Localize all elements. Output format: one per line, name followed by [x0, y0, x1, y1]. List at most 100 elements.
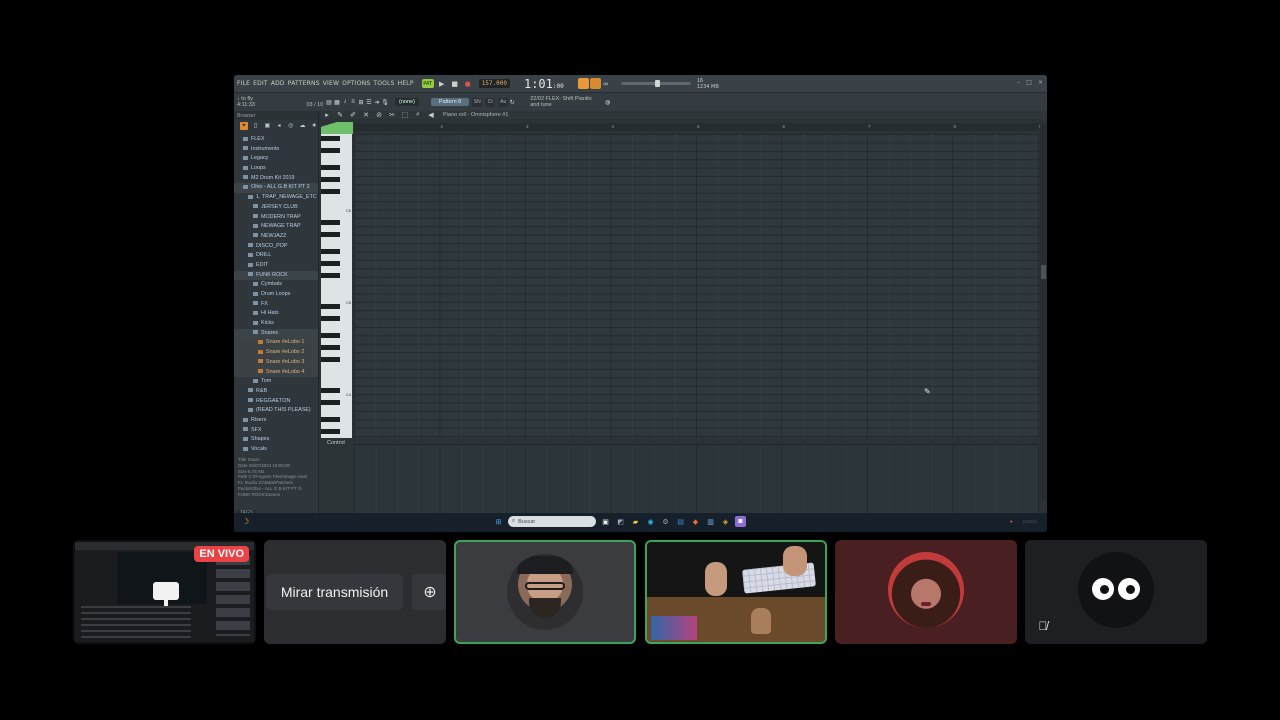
browser-icon[interactable]: ☰ [365, 98, 373, 106]
browser-file-item[interactable]: Snare #eLobo 2 [234, 348, 318, 358]
pattern-selector[interactable]: Pattern 8 [430, 98, 470, 106]
black-key[interactable] [321, 388, 340, 394]
taskbar-search[interactable]: ⌕ Buscar [508, 516, 596, 527]
participant-camera-tile[interactable] [645, 540, 827, 644]
browser-folder-item[interactable]: REGGAETON [234, 397, 318, 407]
black-key[interactable] [321, 165, 340, 170]
black-key[interactable] [321, 333, 340, 338]
master-pitch-slider[interactable] [620, 80, 691, 87]
arrow-icon[interactable]: ➔ [373, 98, 381, 106]
widgets-icon[interactable]: ◩ [615, 516, 626, 527]
browser-folder-item[interactable]: DRILL [234, 251, 318, 261]
participant-tile-1[interactable] [454, 540, 636, 644]
menu-tools[interactable]: TOOLS [373, 80, 394, 87]
participant-tile-3[interactable] [835, 540, 1017, 644]
brave-icon[interactable]: ◆ [690, 516, 701, 527]
piano-roll-icon[interactable]: ♪ [341, 98, 349, 106]
browser-file-item[interactable]: Snare #eLobo 3 [234, 357, 318, 368]
black-key[interactable] [321, 177, 340, 182]
menu-patterns[interactable]: PATTERNS [288, 80, 320, 87]
menu-view[interactable]: VIEW [323, 80, 339, 87]
wait-input-toggle[interactable] [589, 78, 601, 89]
browser-files-tab-icon[interactable]: ▯ [252, 122, 260, 130]
notification-icon[interactable]: ● [1010, 519, 1013, 525]
record-icon[interactable]: ● [463, 79, 473, 89]
browser-folder-item[interactable]: Tom [234, 377, 318, 387]
black-key[interactable] [321, 232, 340, 237]
black-key[interactable] [321, 261, 340, 266]
task-view-icon[interactable]: ▣ [600, 516, 611, 527]
plugin-picker-icon[interactable]: ⊞ [357, 98, 365, 106]
menu-options[interactable]: OPTIONS [342, 80, 370, 87]
notepad-icon[interactable]: ▥ [705, 516, 716, 527]
browser-folder-item[interactable]: 1. TRAP_NEWAGE_ETC [234, 193, 318, 203]
black-key[interactable] [321, 273, 340, 278]
playlist-icon[interactable]: ▤ [325, 98, 333, 106]
browser-folder-item[interactable]: NEWAGE TRAP [234, 222, 318, 232]
play-icon[interactable]: ▶ [437, 79, 447, 89]
paint-icon[interactable]: ✐ [348, 110, 358, 120]
browser-folder-item[interactable]: MODERN TRAP [234, 213, 318, 223]
black-key[interactable] [321, 357, 340, 362]
browser-cloud-icon[interactable]: ☁ [299, 122, 307, 130]
black-key[interactable] [321, 189, 340, 194]
browser-folder-item[interactable]: Legacy [234, 154, 318, 164]
browser-folder-item[interactable]: Cymbals [234, 280, 318, 290]
black-key[interactable] [321, 304, 340, 310]
loop-record-icon[interactable]: ∞ [601, 79, 611, 89]
watch-stream-button[interactable]: Mirar transmisión [266, 574, 403, 610]
browser-folder-item[interactable]: DISCO_POP [234, 242, 318, 252]
preset-dropdown[interactable]: (none) [395, 98, 419, 106]
browser-refresh-icon[interactable]: ◎ [287, 122, 295, 130]
close-icon[interactable]: × [1038, 79, 1043, 86]
stop-icon[interactable]: ■ [450, 79, 460, 89]
menu-file[interactable]: FILE [237, 80, 250, 87]
delete-icon[interactable]: ✕ [361, 110, 371, 120]
menu-edit[interactable]: EDIT [253, 80, 268, 87]
minimize-icon[interactable]: – [1017, 79, 1020, 86]
browser-folder-item[interactable]: JERSEY CLUB [234, 203, 318, 213]
browser-plugins-tab-icon[interactable]: ▣ [263, 122, 271, 130]
edge-icon[interactable]: ◉ [645, 516, 656, 527]
ctrl-button[interactable]: Ct [485, 97, 496, 107]
participant-tile-4[interactable]: 🎙̸ [1025, 540, 1207, 644]
piano-keyboard[interactable]: C6 C5 C4 [321, 134, 352, 438]
black-key[interactable] [321, 136, 340, 142]
browser-folder-item[interactable]: Vocals [234, 445, 318, 455]
stream-preview-tile[interactable]: EN VIVO [73, 540, 256, 644]
settings-gear-icon[interactable]: ⚙ [660, 516, 671, 527]
browser-all-tab-icon[interactable]: ✦ [240, 121, 248, 130]
vpn-icon[interactable]: ◈ [720, 516, 731, 527]
menu-add[interactable]: ADD [271, 80, 285, 87]
browser-folder-item[interactable]: Drum Loops [234, 290, 318, 300]
channel-rack-icon[interactable]: ▦ [333, 98, 341, 106]
slice-icon[interactable]: ✂ [387, 110, 397, 120]
popout-stream-icon[interactable]: ⊕ [412, 574, 446, 610]
black-key[interactable] [321, 417, 340, 422]
browser-folder-item[interactable]: NEWJAZZ [234, 232, 318, 242]
tray-clock-icon[interactable]: ▭▭▭ [1023, 519, 1037, 525]
maximize-icon[interactable]: □ [1026, 79, 1032, 86]
browser-folder-item[interactable]: M2 Drum Kit 2019 [234, 174, 318, 184]
black-key[interactable] [321, 400, 340, 405]
browser-back-icon[interactable]: ◂ [275, 122, 283, 130]
black-key[interactable] [321, 429, 340, 434]
browser-folder-item[interactable]: Loops [234, 164, 318, 174]
black-key[interactable] [321, 316, 340, 321]
scroll-thumb[interactable] [1041, 265, 1046, 279]
black-key[interactable] [321, 345, 340, 350]
mute-tool-icon[interactable]: ⊘ [374, 110, 384, 120]
browser-folder-item[interactable]: Kicks [234, 319, 318, 329]
browser-folder-item[interactable]: FUNK ROCK [234, 270, 318, 281]
browser-folder-item[interactable]: EDIT [234, 261, 318, 271]
black-key[interactable] [321, 249, 340, 254]
mixer-icon[interactable]: ≡ [349, 98, 357, 106]
fl-studio-icon[interactable]: ◙ [735, 516, 746, 527]
piano-roll-menu-icon[interactable]: ▸ [322, 110, 332, 120]
tempo-display[interactable]: 157.000 [478, 79, 510, 88]
browser-folder-item[interactable]: FX [234, 300, 318, 310]
browser-folder-item[interactable]: Snares [234, 328, 318, 339]
browser-folder-item[interactable]: Ohio - ALL G.B KIT PT 2 [234, 183, 318, 194]
browser-folder-item[interactable]: Shapes [234, 435, 318, 445]
menu-help[interactable]: HELP [398, 80, 414, 87]
